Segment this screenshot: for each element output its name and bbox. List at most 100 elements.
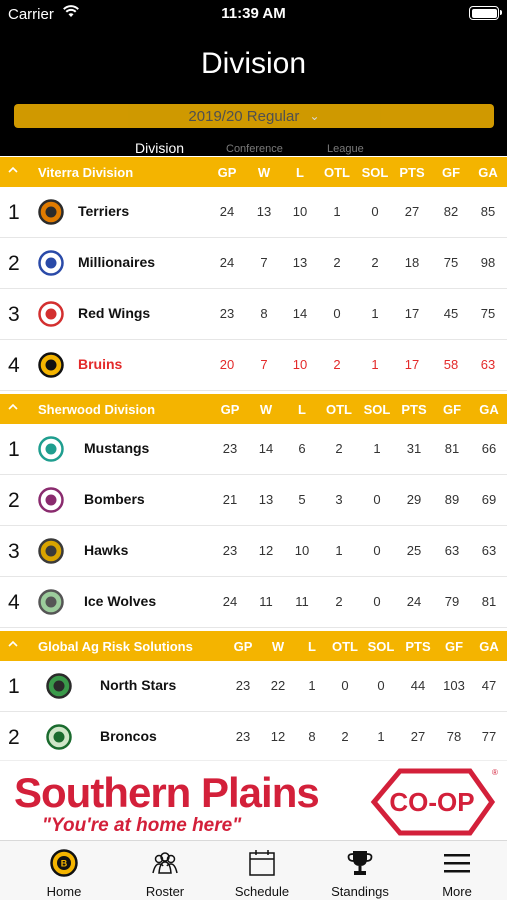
chevron-up-icon[interactable] xyxy=(7,638,19,650)
team-name[interactable]: Mustangs xyxy=(84,440,149,456)
team-name[interactable]: Broncos xyxy=(100,728,157,744)
sponsor-tagline: "You're at home here" xyxy=(42,815,242,836)
stat-w: 13 xyxy=(258,492,274,507)
team-name[interactable]: Millionaires xyxy=(78,254,155,270)
tab-division[interactable]: Division xyxy=(135,140,184,156)
team-row[interactable]: 2 Broncos 23 12 8 2 1 27 78 77 xyxy=(0,712,507,763)
team-row[interactable]: 1 North Stars 23 22 1 0 0 44 103 47 xyxy=(0,661,507,712)
stat-w: 12 xyxy=(270,729,286,744)
team-name[interactable]: Hawks xyxy=(84,542,128,558)
column-header-otl[interactable]: OTL xyxy=(319,402,359,417)
battery-icon xyxy=(469,6,502,20)
column-header-gf[interactable]: GF xyxy=(432,402,472,417)
stat-pts: 27 xyxy=(410,729,426,744)
column-header-sol[interactable]: SOL xyxy=(355,165,395,180)
stat-ga: 66 xyxy=(481,441,497,456)
column-header-gp[interactable]: GP xyxy=(223,639,263,654)
column-header-pts[interactable]: PTS xyxy=(392,165,432,180)
team-row[interactable]: 1 Terriers 24 13 10 1 0 27 82 85 xyxy=(0,187,507,238)
bruins-logo-icon xyxy=(38,352,64,378)
stat-sol: 0 xyxy=(373,543,381,558)
season-selector[interactable]: 2019/20 Regular ⌄ xyxy=(14,104,494,128)
stat-w: 12 xyxy=(258,543,274,558)
tab-schedule-label: Schedule xyxy=(234,884,290,899)
team-name[interactable]: North Stars xyxy=(100,677,176,693)
stat-gp: 23 xyxy=(222,543,238,558)
stat-w: 14 xyxy=(258,441,274,456)
column-header-ga[interactable]: GA xyxy=(469,402,507,417)
north-stars-logo-icon xyxy=(46,673,72,699)
team-row[interactable]: 2 Bombers 21 13 5 3 0 29 89 69 xyxy=(0,475,507,526)
tab-league[interactable]: League xyxy=(327,143,364,155)
stat-gf: 58 xyxy=(443,357,459,372)
column-header-w[interactable]: W xyxy=(244,165,284,180)
tab-conference[interactable]: Conference xyxy=(226,143,283,155)
stat-sol: 0 xyxy=(373,492,381,507)
team-name[interactable]: Ice Wolves xyxy=(84,593,156,609)
column-header-sol[interactable]: SOL xyxy=(357,402,397,417)
team-row[interactable]: 2 Millionaires 24 7 13 2 2 18 75 98 xyxy=(0,238,507,289)
stat-l: 10 xyxy=(292,357,308,372)
stat-l: 11 xyxy=(295,594,309,609)
team-name[interactable]: Red Wings xyxy=(78,305,150,321)
sponsor-banner[interactable]: Southern Plains "You're at home here" ® … xyxy=(0,760,507,840)
column-header-gp[interactable]: GP xyxy=(210,402,250,417)
column-header-otl[interactable]: OTL xyxy=(325,639,365,654)
stat-sol: 2 xyxy=(371,255,379,270)
stat-w: 7 xyxy=(260,357,268,372)
team-row[interactable]: 4 Bruins 20 7 10 2 1 17 58 63 xyxy=(0,340,507,391)
stat-gp: 24 xyxy=(219,204,235,219)
team-row[interactable]: 3 Hawks 23 12 10 1 0 25 63 63 xyxy=(0,526,507,577)
division-header[interactable]: Sherwood Division GP W L OTL SOL PTS GF GA xyxy=(0,394,507,424)
hawks-logo-icon xyxy=(38,538,64,564)
team-name[interactable]: Terriers xyxy=(78,203,129,219)
column-header-sol[interactable]: SOL xyxy=(361,639,401,654)
column-header-pts[interactable]: PTS xyxy=(394,402,434,417)
season-label: 2019/20 Regular xyxy=(188,108,300,125)
status-time: 11:39 AM xyxy=(221,5,286,22)
team-row[interactable]: 3 Red Wings 23 8 14 0 1 17 45 75 xyxy=(0,289,507,340)
column-header-pts[interactable]: PTS xyxy=(398,639,438,654)
column-header-ga[interactable]: GA xyxy=(469,639,507,654)
stat-otl: 0 xyxy=(341,678,349,693)
stat-otl: 2 xyxy=(333,357,341,372)
stat-otl: 3 xyxy=(335,492,343,507)
tab-more[interactable]: More xyxy=(407,841,507,900)
team-rank: 4 xyxy=(8,591,20,614)
team-row[interactable]: 1 Mustangs 23 14 6 2 1 31 81 66 xyxy=(0,424,507,475)
chevron-up-icon[interactable] xyxy=(7,401,19,413)
column-header-gp[interactable]: GP xyxy=(207,165,247,180)
tab-schedule[interactable]: Schedule xyxy=(212,841,312,900)
stat-sol: 0 xyxy=(373,594,381,609)
column-header-l[interactable]: L xyxy=(282,402,322,417)
broncos-logo-icon xyxy=(46,724,72,750)
division-header[interactable]: Viterra Division GP W L OTL SOL PTS GF GA xyxy=(0,157,507,187)
column-header-ga[interactable]: GA xyxy=(468,165,507,180)
chevron-up-icon[interactable] xyxy=(7,164,19,176)
column-header-l[interactable]: L xyxy=(280,165,320,180)
column-header-otl[interactable]: OTL xyxy=(317,165,357,180)
tab-home[interactable]: B Home xyxy=(14,841,114,900)
stat-gp: 23 xyxy=(219,306,235,321)
tab-roster-label: Roster xyxy=(145,884,185,899)
column-header-w[interactable]: W xyxy=(246,402,286,417)
stat-ga: 69 xyxy=(481,492,497,507)
stat-l: 13 xyxy=(292,255,308,270)
trophy-icon xyxy=(347,851,373,875)
page-title: Division xyxy=(200,47,307,80)
team-row[interactable]: 4 Ice Wolves 24 11 11 2 0 24 79 81 xyxy=(0,577,507,628)
column-header-gf[interactable]: GF xyxy=(431,165,471,180)
terriers-logo-icon xyxy=(38,199,64,225)
column-header-gf[interactable]: GF xyxy=(434,639,474,654)
tab-standings[interactable]: Standings xyxy=(310,841,410,900)
stat-gp: 23 xyxy=(235,729,251,744)
stat-gf: 78 xyxy=(446,729,462,744)
team-rank: 1 xyxy=(8,675,20,698)
tab-roster[interactable]: Roster xyxy=(115,841,215,900)
team-name[interactable]: Bruins xyxy=(78,356,122,372)
division-header[interactable]: Global Ag Risk Solutions GP W L OTL SOL PTS GF G… xyxy=(0,631,507,661)
stat-l: 1 xyxy=(308,678,316,693)
stat-l: 14 xyxy=(292,306,308,321)
team-name[interactable]: Bombers xyxy=(84,491,145,507)
tab-standings-label: Standings xyxy=(331,884,389,899)
